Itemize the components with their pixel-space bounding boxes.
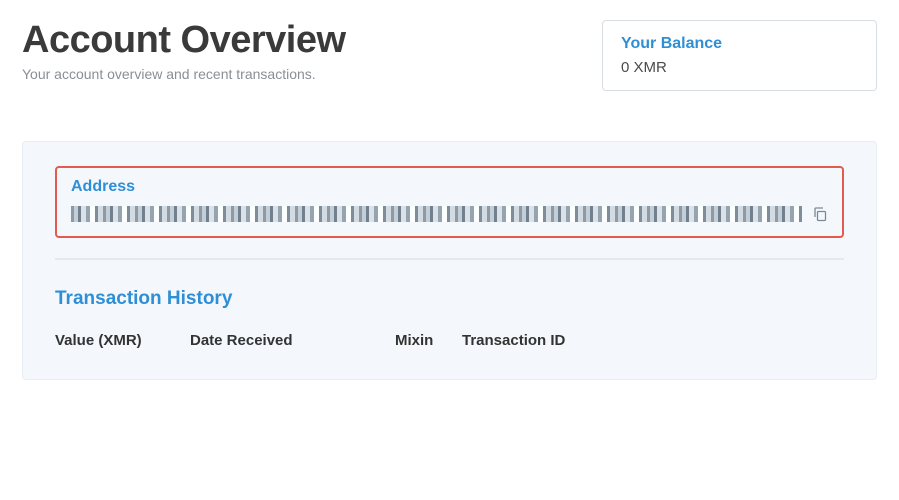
copy-icon[interactable] <box>812 206 828 222</box>
address-value-obscured <box>71 206 802 222</box>
column-header-date: Date Received <box>190 332 395 349</box>
page-subtitle: Your account overview and recent transac… <box>22 66 602 82</box>
section-divider <box>55 258 844 260</box>
column-header-txid: Transaction ID <box>462 332 844 349</box>
address-title: Address <box>71 178 828 196</box>
column-header-mixin: Mixin <box>395 332 462 349</box>
main-panel: Address Transaction History Value (XMR) … <box>22 141 877 380</box>
header-left: Account Overview Your account overview a… <box>22 20 602 82</box>
balance-box: Your Balance 0 XMR <box>602 20 877 91</box>
address-row <box>71 206 828 222</box>
transaction-history-title: Transaction History <box>55 288 844 310</box>
transaction-history-headers: Value (XMR) Date Received Mixin Transact… <box>55 332 844 349</box>
header-row: Account Overview Your account overview a… <box>22 20 877 91</box>
balance-value: 0 XMR <box>621 59 858 76</box>
address-section: Address <box>55 166 844 238</box>
column-header-value: Value (XMR) <box>55 332 190 349</box>
page-title: Account Overview <box>22 20 602 62</box>
balance-title: Your Balance <box>621 35 858 53</box>
